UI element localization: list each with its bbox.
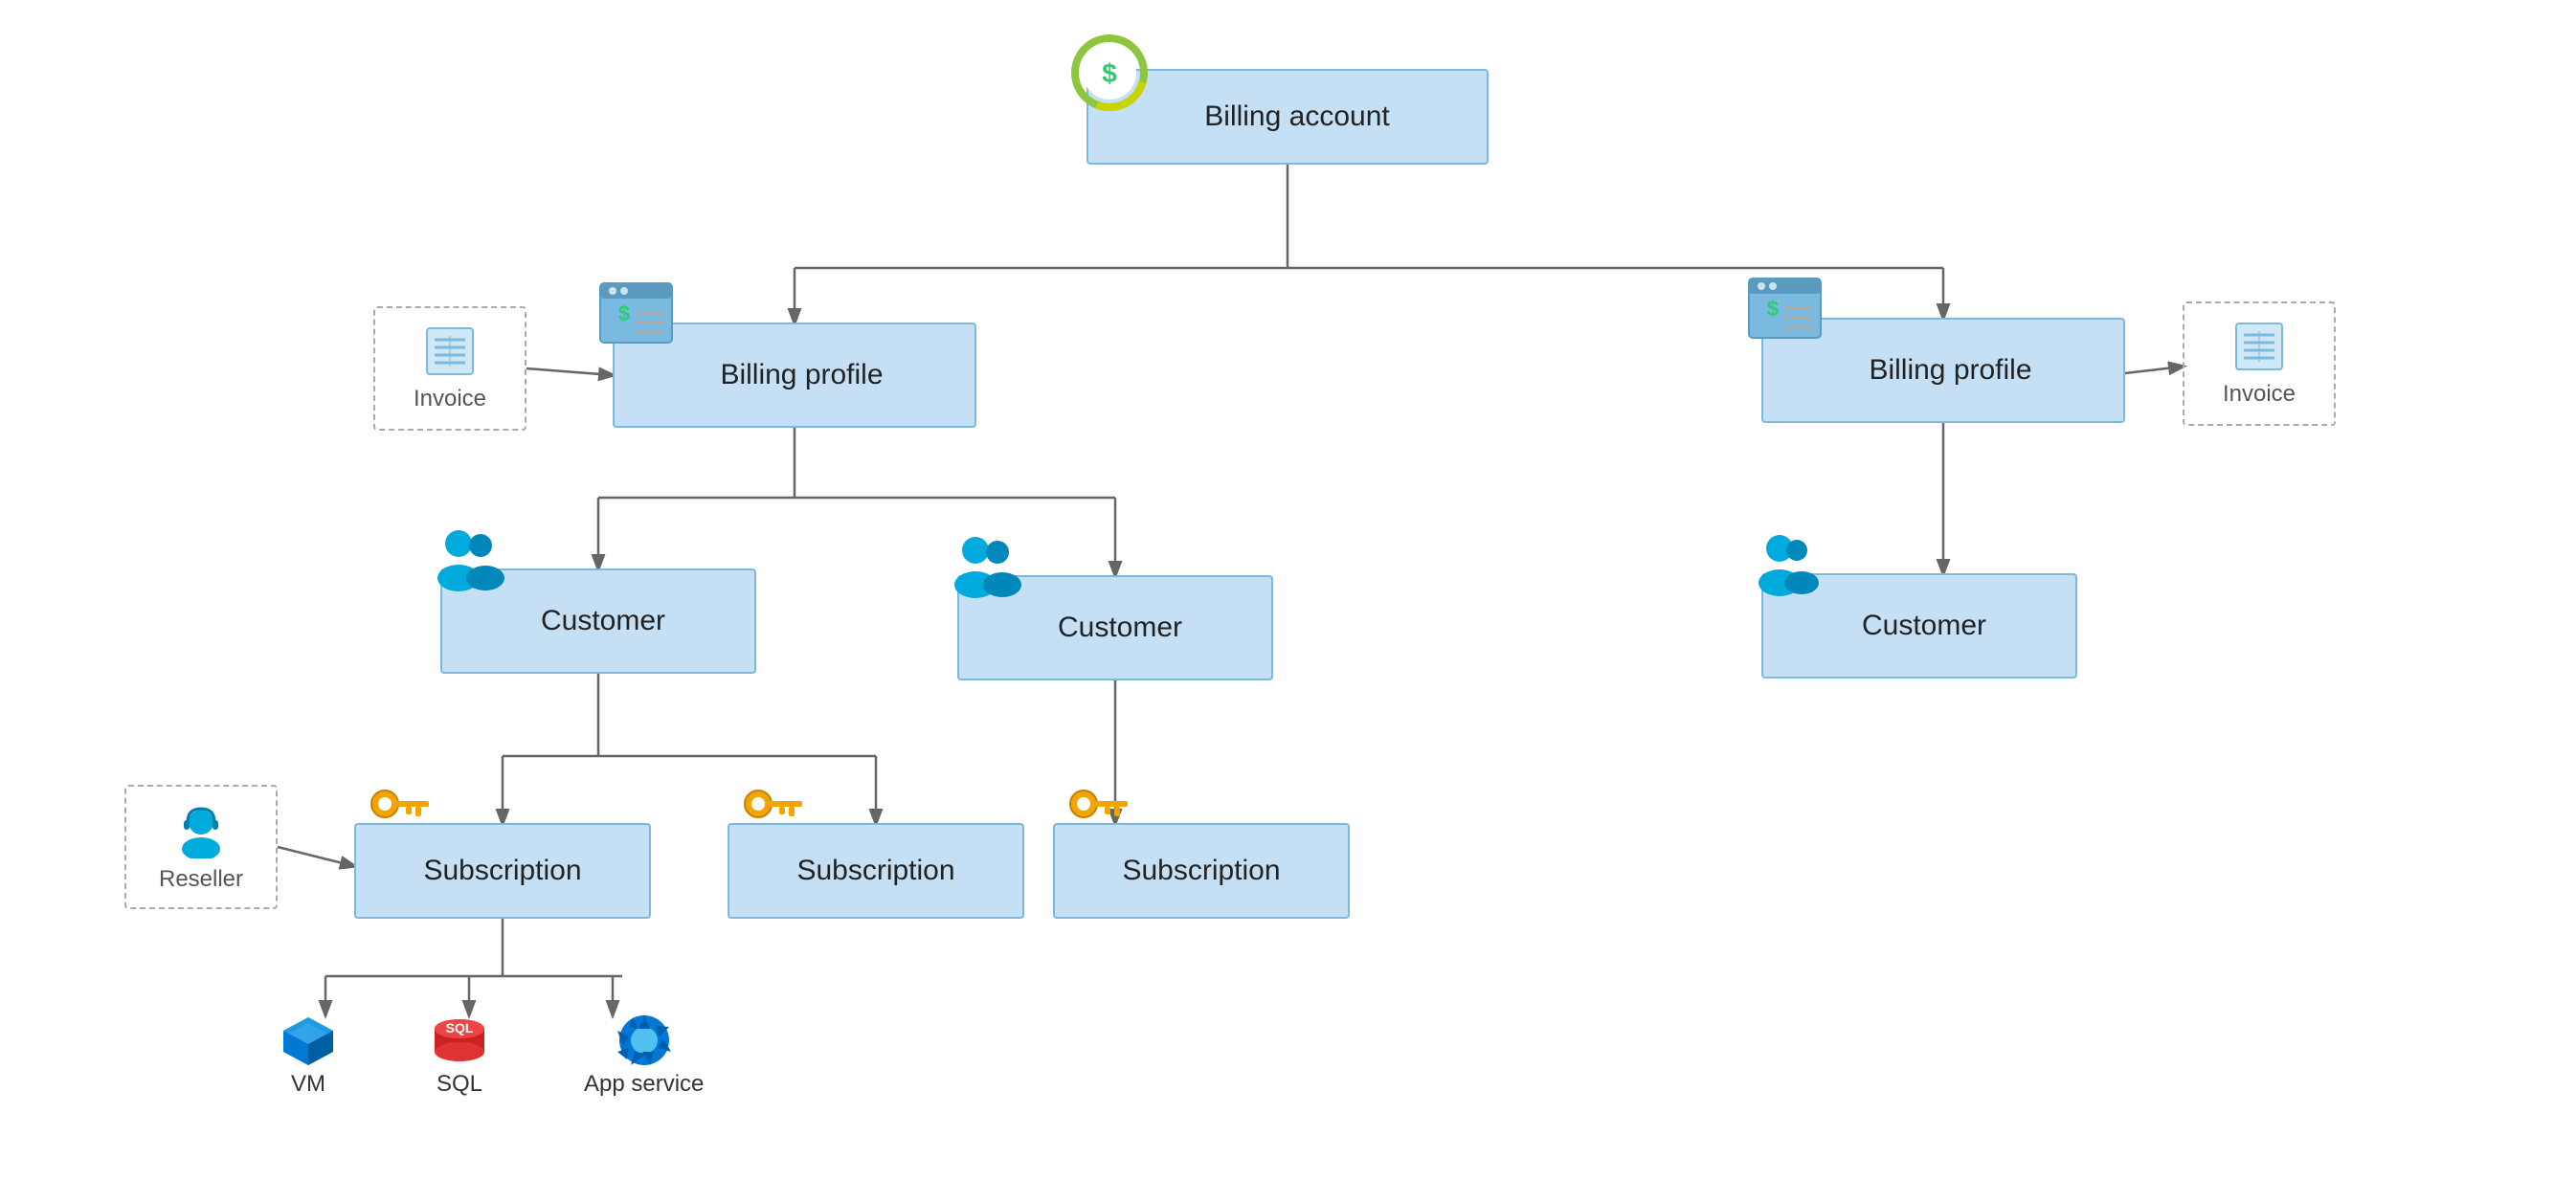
sql-service: SQL SQL	[429, 1013, 490, 1098]
customer-3-node: Customer	[1761, 573, 2077, 679]
subscription-1-key-icon	[366, 783, 433, 833]
vm-icon	[278, 1013, 339, 1067]
app-service-icon	[614, 1013, 675, 1067]
svg-text:$: $	[618, 301, 630, 325]
connectors	[0, 0, 2576, 1180]
reseller-box: Reseller	[124, 785, 278, 909]
vm-service: VM	[278, 1013, 339, 1098]
svg-text:$: $	[1767, 297, 1779, 321]
billing-account-node: $ Billing account	[1086, 69, 1489, 165]
billing-profile-right-node: $ Billing profile	[1761, 318, 2125, 423]
customer-3-icon	[1749, 529, 1830, 596]
invoice-right-icon	[2232, 320, 2286, 373]
svg-text:$: $	[1102, 58, 1117, 88]
reseller-icon	[172, 801, 230, 858]
customer-2-node: Customer	[957, 575, 1273, 680]
invoice-left-icon	[423, 324, 477, 378]
invoice-right-box: Invoice	[2183, 301, 2336, 426]
customer-1-node: Customer	[440, 568, 756, 674]
app-service: App service	[584, 1013, 704, 1098]
subscription-2-node: Subscription	[728, 823, 1024, 919]
billing-profile-left-node: $ Billing profile	[613, 323, 976, 428]
customer-1-icon	[428, 524, 509, 591]
billing-account-icon: $	[1071, 34, 1148, 111]
invoice-left-box: Invoice	[373, 306, 526, 431]
billing-profile-right-icon: $	[1744, 274, 1830, 345]
diagram: $ Billing account $ Billing profile	[0, 0, 2576, 1180]
svg-text:SQL: SQL	[446, 1020, 474, 1035]
subscription-3-node: Subscription	[1053, 823, 1350, 919]
customer-2-icon	[945, 531, 1026, 598]
sql-icon: SQL	[429, 1013, 490, 1067]
subscription-3-key-icon	[1064, 783, 1131, 833]
subscription-1-node: Subscription	[354, 823, 651, 919]
subscription-2-key-icon	[739, 783, 806, 833]
billing-profile-left-icon: $	[595, 278, 682, 350]
